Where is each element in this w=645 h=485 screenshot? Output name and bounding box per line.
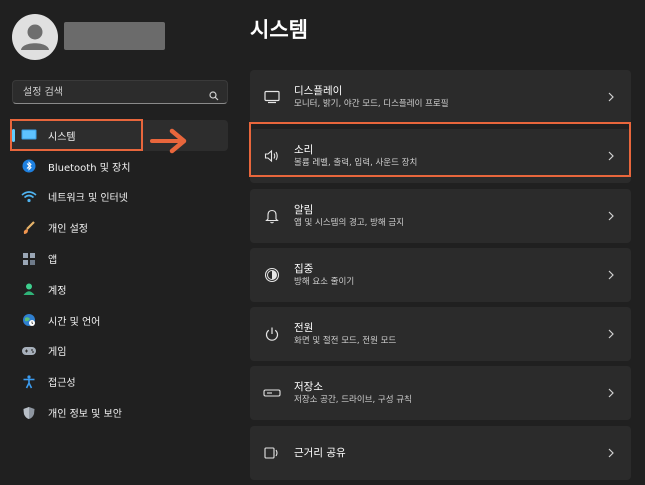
brush-icon: [20, 219, 38, 237]
sidebar-item-system[interactable]: 시스템: [12, 120, 228, 151]
card-title: 저장소: [294, 381, 323, 394]
focus-icon: [262, 265, 282, 285]
sidebar-item-label: 시간 및 언어: [48, 316, 101, 328]
sidebar-item-bluetooth[interactable]: Bluetooth 및 장치: [12, 151, 228, 182]
settings-card-list: 디스플레이 모니터, 밝기, 야간 모드, 디스플레이 프로필 소리 볼륨 레벨…: [250, 70, 631, 485]
sidebar-item-accounts[interactable]: 계정: [12, 274, 228, 305]
card-nearby-share[interactable]: 근거리 공유: [250, 425, 631, 480]
sidebar-item-network[interactable]: 네트워크 및 인터넷: [12, 182, 228, 213]
card-title: 전원: [294, 322, 314, 335]
shield-icon: [20, 404, 38, 422]
sidebar-item-label: 시스템: [48, 131, 76, 143]
card-subtitle: 모니터, 밝기, 야간 모드, 디스플레이 프로필: [294, 99, 449, 109]
sidebar: 시스템 Bluetooth 및 장치 네트워크 및 인터넷 개인 설정 앱: [0, 0, 240, 424]
globe-clock-icon: [20, 311, 38, 329]
card-title: 알림: [294, 203, 314, 216]
search-icon[interactable]: [209, 86, 219, 105]
chevron-right-icon: [607, 388, 619, 398]
chevron-right-icon: [607, 151, 619, 161]
card-subtitle: 화면 및 절전 모드, 전원 모드: [294, 336, 397, 347]
card-title: 디스플레이: [294, 85, 343, 97]
account-icon: [20, 280, 38, 298]
card-power[interactable]: 전원 화면 및 절전 모드, 전원 모드: [250, 307, 631, 362]
bluetooth-icon: [20, 157, 38, 175]
sidebar-item-label: Bluetooth 및 장치: [48, 162, 131, 174]
avatar[interactable]: [12, 14, 58, 60]
sidebar-item-label: 앱: [48, 255, 58, 267]
accessibility-icon: [20, 373, 38, 391]
network-icon: [20, 188, 38, 206]
sidebar-item-apps[interactable]: 앱: [12, 243, 228, 274]
username-redacted: [64, 22, 165, 50]
arrow-right-icon: [150, 128, 187, 154]
card-title: 소리: [294, 144, 314, 157]
sidebar-item-time-language[interactable]: 시간 및 언어: [12, 305, 228, 336]
display-icon: [262, 87, 282, 107]
sidebar-item-label: 네트워크 및 인터넷: [48, 193, 128, 205]
card-focus[interactable]: 집중 방해 요소 줄이기: [250, 247, 631, 302]
bell-icon: [262, 206, 282, 226]
sidebar-item-label: 개인 정보 및 보안: [48, 409, 122, 421]
storage-icon: [262, 383, 282, 403]
card-subtitle: 앱 및 시스템의 경고, 방해 금지: [294, 217, 405, 228]
card-subtitle: 볼륨 레벨, 출력, 입력, 사운드 장치: [294, 158, 418, 169]
sidebar-item-gaming[interactable]: 게임: [12, 336, 228, 367]
card-display[interactable]: 디스플레이 모니터, 밝기, 야간 모드, 디스플레이 프로필: [250, 70, 631, 124]
sidebar-item-personalization[interactable]: 개인 설정: [12, 212, 228, 243]
search-box: [12, 80, 228, 104]
card-title: 근거리 공유: [294, 446, 346, 459]
card-storage[interactable]: 저장소 저장소 공간, 드라이브, 구성 규칙: [250, 366, 631, 421]
apps-icon: [20, 250, 38, 268]
chevron-right-icon: [607, 329, 619, 339]
speaker-icon: [262, 146, 282, 166]
sidebar-item-privacy-security[interactable]: 개인 정보 및 보안: [12, 397, 228, 428]
chevron-right-icon: [607, 270, 619, 280]
card-subtitle: 저장소 공간, 드라이브, 구성 규칙: [294, 395, 412, 406]
chevron-right-icon: [607, 92, 619, 102]
sidebar-item-label: 계정: [48, 285, 67, 297]
chevron-right-icon: [607, 448, 619, 458]
page-title: 시스템: [250, 18, 308, 42]
chevron-right-icon: [607, 211, 619, 221]
sidebar-item-label: 개인 설정: [48, 224, 88, 236]
card-notifications[interactable]: 알림 앱 및 시스템의 경고, 방해 금지: [250, 188, 631, 243]
card-sound[interactable]: 소리 볼륨 레벨, 출력, 입력, 사운드 장치: [250, 129, 631, 184]
search-input[interactable]: [13, 81, 193, 103]
nearby-share-icon: [262, 443, 282, 463]
card-subtitle: 방해 요소 줄이기: [294, 276, 355, 287]
sidebar-item-label: 게임: [48, 347, 67, 359]
card-title: 집중: [294, 262, 314, 275]
sidebar-item-accessibility[interactable]: 접근성: [12, 366, 228, 397]
sidebar-nav: 시스템 Bluetooth 및 장치 네트워크 및 인터넷 개인 설정 앱 계정…: [12, 120, 228, 428]
user-icon: [21, 24, 49, 50]
sidebar-item-label: 접근성: [48, 378, 76, 390]
power-icon: [262, 324, 282, 344]
system-icon: [20, 126, 38, 144]
gamepad-icon: [20, 342, 38, 360]
